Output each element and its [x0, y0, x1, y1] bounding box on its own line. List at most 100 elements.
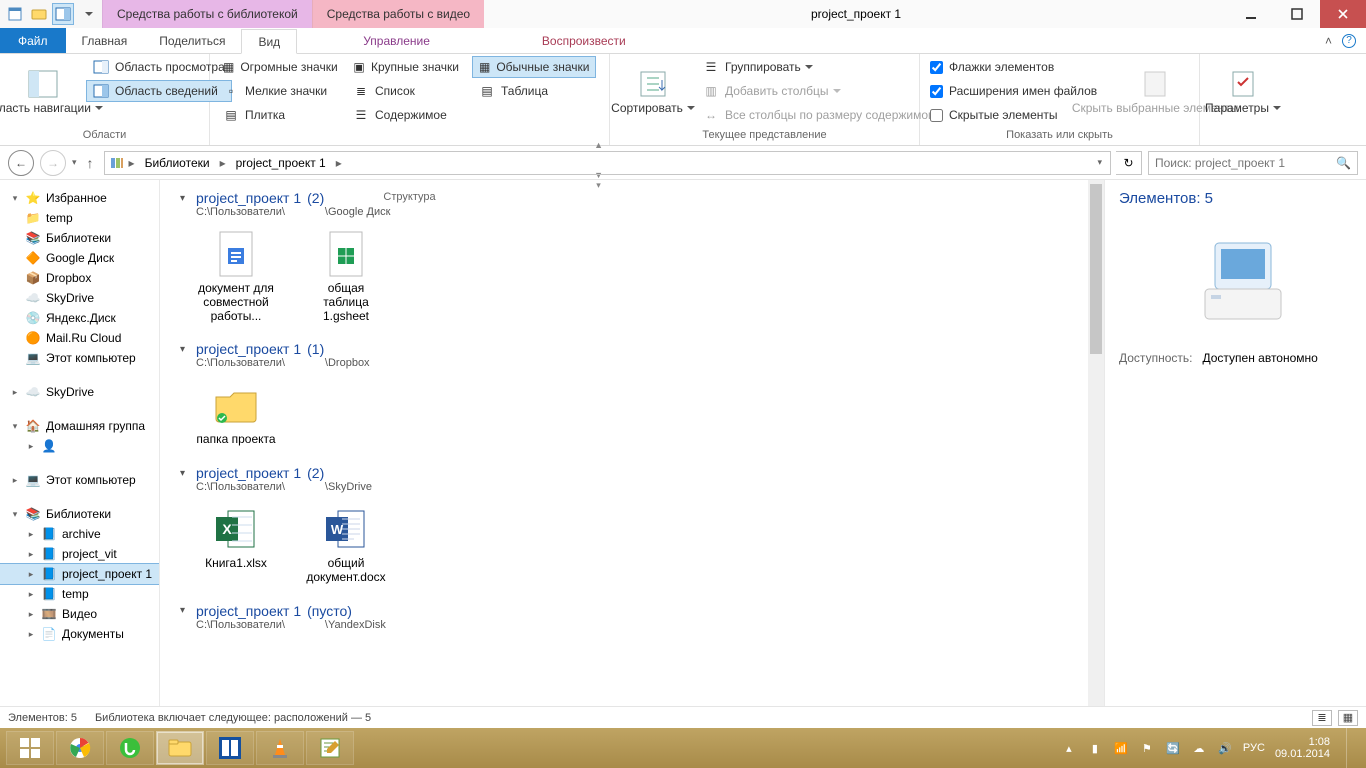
close-button[interactable] [1320, 0, 1366, 28]
taskbar-totalcmd[interactable] [206, 731, 254, 765]
qat-dropdown-icon[interactable] [76, 3, 98, 25]
tree-fav-temp[interactable]: 📁temp [0, 208, 159, 228]
file-item[interactable]: документ для совместной работы... [196, 230, 276, 323]
quick-access-toolbar [0, 0, 102, 28]
group-header[interactable]: ▾project_проект 1 (2) [180, 190, 1084, 206]
tab-home[interactable]: Главная [66, 28, 144, 53]
tree-lib-projectvit[interactable]: ▸📘project_vit [0, 544, 159, 564]
view-list-button[interactable]: ≣Список [346, 80, 466, 102]
small-icons-icon: ▫ [223, 83, 239, 99]
view-content-button[interactable]: ☰Содержимое [346, 104, 466, 126]
tree-fav-skydrive[interactable]: ☁️SkyDrive [0, 288, 159, 308]
battery-icon[interactable]: ▮ [1087, 740, 1103, 756]
medium-icons-icon: ▦ [479, 59, 490, 75]
qat-newfolder-icon[interactable] [28, 3, 50, 25]
tab-play[interactable]: Воспроизвести [526, 28, 642, 53]
taskbar-explorer[interactable] [156, 731, 204, 765]
show-desktop-button[interactable] [1346, 728, 1354, 768]
group-header[interactable]: ▾project_проект 1 (пусто) [180, 603, 1084, 619]
taskbar-utorrent[interactable] [106, 731, 154, 765]
tree-fav-libraries[interactable]: 📚Библиотеки [0, 228, 159, 248]
file-item[interactable]: общая таблица 1.gsheet [306, 230, 386, 323]
hide-selected-icon [1139, 68, 1171, 100]
tree-fav-gdrive[interactable]: 🔶Google Диск [0, 248, 159, 268]
tree-fav-thispc[interactable]: 💻Этот компьютер [0, 348, 159, 368]
address-dropdown-icon[interactable]: ▾ [1093, 157, 1106, 168]
view-huge-button[interactable]: ▦Огромные значки [216, 56, 340, 78]
qat-detailspane-icon[interactable] [52, 3, 74, 25]
folder-item[interactable]: папка проекта [196, 381, 276, 447]
tray-clock[interactable]: 1:08 09.01.2014 [1275, 736, 1330, 760]
cloud-icon[interactable]: ☁ [1191, 740, 1207, 756]
tab-file[interactable]: Файл [0, 28, 66, 53]
group-by-button[interactable]: ☰Группировать [696, 56, 946, 78]
options-button[interactable]: Параметры [1206, 56, 1280, 128]
file-item[interactable]: W общий документ.docx [306, 505, 386, 585]
minimize-button[interactable] [1228, 0, 1274, 28]
tree-fav-mailru[interactable]: 🟠Mail.Ru Cloud [0, 328, 159, 348]
tree-fav-dropbox[interactable]: 📦Dropbox [0, 268, 159, 288]
action-center-icon[interactable]: ⚑ [1139, 740, 1155, 756]
view-small-button[interactable]: ▫Мелкие значки [216, 80, 340, 102]
computer-icon: 💻 [26, 351, 40, 365]
tab-manage[interactable]: Управление [347, 28, 446, 53]
view-medium-button[interactable]: ▦Обычные значки [472, 56, 596, 78]
tree-lib-documents[interactable]: ▸📄Документы [0, 624, 159, 644]
tab-share[interactable]: Поделиться [143, 28, 241, 53]
tree-homegroup[interactable]: ▾🏠Домашняя группа [0, 416, 159, 436]
crumb-libraries[interactable]: Библиотеки [139, 152, 216, 174]
up-button[interactable]: ↑ [83, 155, 98, 171]
tree-favorites[interactable]: ▾⭐Избранное [0, 188, 159, 208]
group-header[interactable]: ▾project_проект 1 (1) [180, 341, 1084, 357]
tree-lib-archive[interactable]: ▸📘archive [0, 524, 159, 544]
hide-selected-button: Скрыть выбранные элементы [1107, 56, 1203, 128]
tree-libraries[interactable]: ▾📚Библиотеки [0, 504, 159, 524]
status-details-view-button[interactable]: ≣ [1312, 710, 1332, 726]
tree-lib-project1[interactable]: ▸📘project_проект 1 [0, 564, 159, 584]
taskbar-notepadpp[interactable] [306, 731, 354, 765]
qat-properties-icon[interactable] [4, 3, 26, 25]
docx-icon: W [322, 505, 370, 553]
scrollbar-thumb[interactable] [1090, 184, 1102, 354]
search-icon[interactable]: 🔍 [1336, 156, 1351, 170]
file-extensions-toggle[interactable]: Расширения имен файлов [926, 80, 1101, 102]
help-icon[interactable]: ? [1342, 34, 1356, 48]
scrollbar[interactable] [1088, 180, 1104, 706]
view-details-button[interactable]: ▤Таблица [472, 80, 596, 102]
ribbon-collapse-icon[interactable]: ˄ [1325, 34, 1332, 48]
tray-up-icon[interactable]: ▴ [1061, 740, 1077, 756]
taskbar-chrome[interactable] [56, 731, 104, 765]
back-button[interactable]: ← [8, 150, 34, 176]
start-button[interactable] [6, 731, 54, 765]
tray-language[interactable]: РУС [1243, 742, 1265, 754]
taskbar-vlc[interactable] [256, 731, 304, 765]
breadcrumb-bar[interactable]: ▸ Библиотеки ▸ project_проект 1 ▸ ▾ [104, 151, 1111, 175]
sync-icon[interactable]: 🔄 [1165, 740, 1181, 756]
tree-lib-temp[interactable]: ▸📘temp [0, 584, 159, 604]
network-icon[interactable]: 📶 [1113, 740, 1129, 756]
tree-thispc[interactable]: ▸💻Этот компьютер [0, 470, 159, 490]
search-input[interactable] [1155, 156, 1325, 170]
view-large-button[interactable]: ▣Крупные значки [346, 56, 466, 78]
search-box[interactable]: 🔍 [1148, 151, 1358, 175]
tree-homegroup-user[interactable]: ▸👤 [0, 436, 159, 456]
refresh-button[interactable]: ↻ [1116, 151, 1142, 175]
view-tiles-button[interactable]: ▤Плитка [216, 104, 340, 126]
group-header[interactable]: ▾project_проект 1 (2) [180, 465, 1084, 481]
file-item[interactable]: X Книга1.xlsx [196, 505, 276, 585]
libraries-icon: 📚 [26, 231, 40, 245]
sort-button[interactable]: Сортировать [616, 56, 690, 128]
volume-icon[interactable]: 🔊 [1217, 740, 1233, 756]
recent-dropdown-icon[interactable]: ▾ [72, 157, 77, 168]
crumb-project[interactable]: project_проект 1 [230, 152, 332, 174]
panes-group-label: Области [6, 129, 203, 145]
tree-lib-video[interactable]: ▸🎞️Видео [0, 604, 159, 624]
maximize-button[interactable] [1274, 0, 1320, 28]
documents-library-icon: 📄 [42, 627, 56, 641]
tree-fav-yandex[interactable]: 💿Яндекс.Диск [0, 308, 159, 328]
item-checkboxes-toggle[interactable]: Флажки элементов [926, 56, 1101, 78]
status-icons-view-button[interactable]: ▦ [1338, 710, 1358, 726]
tab-view[interactable]: Вид [241, 29, 297, 54]
tree-skydrive[interactable]: ▸☁️SkyDrive [0, 382, 159, 402]
navigation-pane-button[interactable]: Область навигации [6, 56, 80, 128]
